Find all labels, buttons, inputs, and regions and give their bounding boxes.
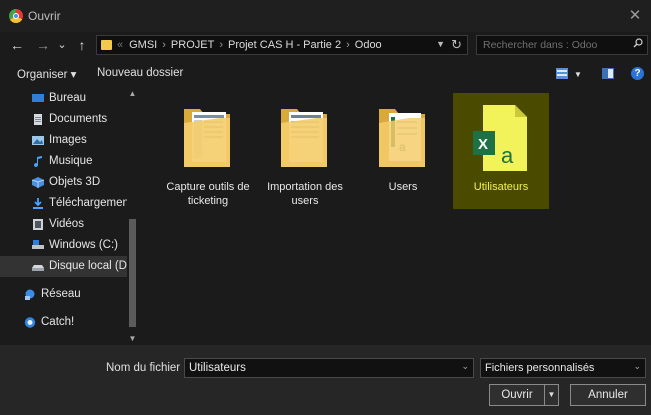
documents-icon — [34, 114, 42, 125]
file-name: Importation des users — [267, 181, 343, 207]
drive-icon — [32, 240, 44, 249]
file-name: Utilisateurs — [473, 181, 529, 193]
scrollbar-thumb[interactable] — [129, 219, 136, 327]
up-button[interactable]: ↑ — [74, 36, 90, 54]
organize-button[interactable]: Organiser ▾ — [17, 67, 76, 81]
svg-text:a: a — [501, 143, 514, 168]
sidebar-item-windows-c[interactable]: Windows (C:) — [0, 235, 128, 256]
refresh-icon[interactable]: ↻ — [451, 37, 462, 53]
breadcrumb-separator[interactable]: › — [346, 39, 350, 51]
file-item-utilisateurs[interactable]: X a Utilisateurs — [453, 93, 549, 209]
dialog-footer: Nom du fichier : Utilisateurs ⌄ Fichiers… — [0, 345, 651, 415]
recent-locations-button[interactable]: ⌄ — [56, 36, 68, 54]
chevron-down-icon[interactable]: ⌄ — [633, 361, 641, 372]
file-item-users[interactable]: a Users — [355, 93, 451, 209]
cancel-button[interactable]: Annuler — [570, 384, 646, 406]
filename-label: Nom du fichier : — [106, 362, 187, 374]
sidebar-item-telechargements[interactable]: Téléchargements — [0, 193, 138, 214]
sidebar-item-disque-local-d[interactable]: Disque local (D:) — [0, 256, 134, 277]
folder-icon: a — [379, 109, 425, 167]
open-file-dialog: Ouvrir ✕ ← → ⌄ ↑ « GMSI › PROJET › Projet CAS… — [0, 0, 651, 415]
breadcrumb: « GMSI › PROJET › Projet CAS H - Partie 2 › Odo… — [117, 39, 382, 51]
search-icon[interactable] — [633, 38, 643, 48]
folder-icon — [281, 109, 327, 167]
sidebar-item-label: Windows (C:) — [49, 239, 119, 251]
file-name: Capture outils de ticketing — [166, 181, 250, 207]
sidebar-item-label: Documents — [49, 113, 108, 125]
catch-icon — [24, 317, 36, 328]
desktop-icon — [32, 94, 44, 102]
navigation-pane: Bureau Documents Images Musique Objets 3… — [0, 87, 139, 345]
file-list: Capture outils de ticketing Importation … — [139, 87, 651, 345]
file-item-importation-users[interactable]: Importation des users — [257, 93, 353, 209]
excel-file-icon: X a — [473, 105, 527, 171]
sidebar-item-label: Disque local (D:) — [49, 260, 134, 272]
preview-pane-icon[interactable] — [602, 68, 614, 79]
sidebar-item-videos[interactable]: Vidéos — [0, 214, 128, 235]
network-icon — [25, 289, 35, 300]
sidebar-scrollbar[interactable]: ▲ ▼ — [127, 87, 138, 345]
sidebar-item-label: Vidéos — [49, 218, 84, 230]
objects-3d-icon — [32, 177, 44, 188]
breadcrumb-overflow[interactable]: « — [117, 39, 123, 51]
sidebar-item-catch[interactable]: Catch! — [0, 312, 128, 333]
file-name: Users — [388, 181, 418, 193]
open-options-button[interactable]: ▼ — [545, 384, 559, 406]
forward-button[interactable]: → — [34, 36, 52, 54]
svg-text:X: X — [478, 136, 488, 153]
file-type-select[interactable]: Fichiers personnalisés ⌄ — [480, 358, 646, 378]
sidebar-item-bureau[interactable]: Bureau — [0, 88, 128, 109]
sidebar-item-label: Objets 3D — [49, 176, 101, 188]
downloads-icon — [33, 198, 43, 209]
help-icon[interactable]: ? — [631, 67, 644, 80]
sidebar-item-label: Musique — [49, 155, 93, 167]
sidebar-item-label: Bureau — [49, 92, 87, 104]
title-bar: Ouvrir ✕ — [0, 0, 651, 32]
folder-icon — [101, 40, 112, 50]
sidebar-item-documents[interactable]: Documents — [0, 109, 128, 130]
chevron-down-icon[interactable]: ▼ — [574, 70, 582, 79]
view-options-icon[interactable] — [556, 68, 568, 79]
toolbar: Organiser ▾ Nouveau dossier ▼ ? — [0, 62, 651, 86]
sidebar-item-label: Images — [49, 134, 87, 146]
filename-input[interactable]: Utilisateurs ⌄ — [184, 358, 474, 378]
sidebar-item-label: Catch! — [41, 316, 75, 328]
breadcrumb-separator[interactable]: › — [219, 39, 223, 51]
chrome-icon — [9, 9, 23, 23]
filename-value[interactable]: Utilisateurs — [189, 362, 246, 374]
sidebar-item-images[interactable]: Images — [0, 130, 128, 151]
sidebar-item-label: Réseau — [41, 288, 81, 300]
breadcrumb-gmsi[interactable]: GMSI — [129, 39, 157, 51]
file-item-capture-outils[interactable]: Capture outils de ticketing — [160, 93, 256, 209]
new-folder-button[interactable]: Nouveau dossier — [97, 67, 183, 79]
file-type-value: Fichiers personnalisés — [485, 362, 595, 374]
images-icon — [32, 136, 44, 145]
videos-icon — [33, 219, 43, 230]
breadcrumb-projet[interactable]: PROJET — [171, 39, 214, 51]
breadcrumb-projet-cas-h[interactable]: Projet CAS H - Partie 2 — [228, 39, 341, 51]
sidebar-item-musique[interactable]: Musique — [0, 151, 128, 172]
window-title: Ouvrir — [28, 9, 61, 23]
sidebar-item-label: Téléchargements — [49, 197, 138, 209]
folder-icon — [184, 109, 230, 167]
chevron-down-icon[interactable]: ▼ — [127, 334, 138, 343]
navigation-bar: ← → ⌄ ↑ « GMSI › PROJET › Projet CAS H - Part… — [0, 32, 651, 58]
music-icon — [34, 156, 42, 167]
drive-icon — [32, 265, 44, 271]
chevron-down-icon[interactable]: ▼ — [436, 39, 445, 49]
breadcrumb-separator[interactable]: › — [162, 39, 166, 51]
address-bar[interactable]: « GMSI › PROJET › Projet CAS H - Partie 2 › Odo… — [96, 35, 468, 55]
search-placeholder: Rechercher dans : Odoo — [483, 39, 598, 51]
back-button[interactable]: ← — [8, 36, 26, 54]
sidebar-item-objets-3d[interactable]: Objets 3D — [0, 172, 128, 193]
chevron-up-icon[interactable]: ▲ — [127, 89, 138, 98]
breadcrumb-odoo[interactable]: Odoo — [355, 39, 382, 51]
close-icon[interactable]: ✕ — [625, 6, 645, 26]
sidebar-item-reseau[interactable]: Réseau — [0, 284, 128, 305]
search-box[interactable]: Rechercher dans : Odoo — [476, 35, 648, 55]
open-button[interactable]: Ouvrir — [489, 384, 545, 406]
chevron-down-icon[interactable]: ⌄ — [461, 361, 469, 372]
